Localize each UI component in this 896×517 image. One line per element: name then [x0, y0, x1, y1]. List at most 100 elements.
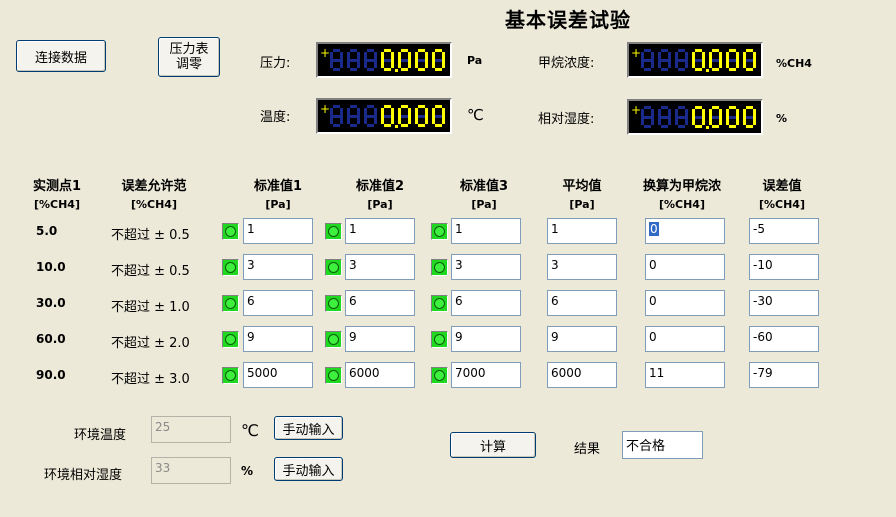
error-value-field[interactable]: -79 — [749, 362, 819, 388]
result-field: 不合格 — [622, 431, 703, 459]
calculate-button[interactable]: 计算 — [450, 432, 536, 458]
status-led — [431, 295, 448, 312]
temperature-display: + — [316, 98, 452, 134]
standard-value-input[interactable]: 1 — [243, 218, 313, 244]
standard-value-input[interactable]: 6 — [451, 290, 521, 316]
standard-value-input[interactable]: 3 — [243, 254, 313, 280]
header-measure-point: 实测点1 [%CH4] — [32, 179, 82, 211]
methane-conversion-field[interactable]: 0 — [645, 254, 725, 280]
standard-value-input[interactable]: 3 — [451, 254, 521, 280]
standard-value-input[interactable]: 6 — [345, 290, 415, 316]
standard-value-input[interactable]: 1 — [345, 218, 415, 244]
zero-button-line1: 压力表 — [169, 42, 209, 57]
humidity-label: 相对湿度: — [538, 112, 595, 127]
measure-point: 60.0 — [36, 332, 66, 346]
ambient-humidity-field[interactable]: 33 — [151, 457, 231, 484]
methane-conversion-value: 0 — [649, 330, 657, 344]
methane-conversion-field[interactable]: 0 — [645, 218, 725, 244]
error-value-field[interactable]: -30 — [749, 290, 819, 316]
ambient-humidity-unit: % — [241, 464, 254, 478]
standard-value-input[interactable]: 5000 — [243, 362, 313, 388]
lcd-digits: + — [320, 46, 445, 72]
ambient-temp-field[interactable]: 25 — [151, 416, 231, 443]
tolerance-text: 不超过 ± 2.0 — [111, 336, 190, 351]
standard-value-input[interactable]: 9 — [451, 326, 521, 352]
header-standard-2: 标准值2 [Pa] — [355, 179, 405, 211]
tolerance-text: 不超过 ± 1.0 — [111, 300, 190, 315]
pressure-label: 压力: — [260, 56, 291, 71]
lcd-digits: + — [631, 46, 756, 72]
pressure-unit: Pa — [467, 54, 483, 67]
methane-conversion-value: 0 — [649, 294, 657, 308]
status-led — [325, 259, 342, 276]
error-value-field[interactable]: -60 — [749, 326, 819, 352]
methane-conversion-value: 0 — [649, 258, 657, 272]
measure-point: 30.0 — [36, 296, 66, 310]
status-led — [222, 295, 239, 312]
humidity-unit: % — [776, 112, 788, 125]
standard-value-input[interactable]: 1 — [451, 218, 521, 244]
standard-value-input[interactable]: 9 — [243, 326, 313, 352]
temperature-label: 温度: — [260, 110, 291, 125]
status-led — [431, 331, 448, 348]
average-value-field[interactable]: 9 — [547, 326, 617, 352]
average-value-field[interactable]: 1 — [547, 218, 617, 244]
lcd-digits: + — [320, 102, 445, 128]
manual-humidity-button[interactable]: 手动输入 — [274, 457, 343, 481]
tolerance-text: 不超过 ± 0.5 — [111, 264, 190, 279]
status-led — [222, 259, 239, 276]
standard-value-input[interactable]: 7000 — [451, 362, 521, 388]
svg-text:+: + — [631, 103, 641, 117]
header-standard-3: 标准值3 [Pa] — [459, 179, 509, 211]
standard-value-input[interactable]: 6000 — [345, 362, 415, 388]
svg-text:+: + — [320, 102, 330, 116]
status-led — [325, 223, 342, 240]
measure-point: 90.0 — [36, 368, 66, 382]
status-led — [222, 223, 239, 240]
manual-temp-button[interactable]: 手动输入 — [274, 416, 343, 440]
temperature-unit: ℃ — [467, 106, 484, 124]
measure-point: 10.0 — [36, 260, 66, 274]
measure-point: 5.0 — [36, 224, 58, 238]
status-led — [431, 259, 448, 276]
standard-value-input[interactable]: 9 — [345, 326, 415, 352]
connect-data-button[interactable]: 连接数据 — [16, 40, 106, 72]
methane-conversion-field[interactable]: 11 — [645, 362, 725, 388]
standard-value-input[interactable]: 3 — [345, 254, 415, 280]
status-led — [222, 367, 239, 384]
ambient-temp-unit: ℃ — [241, 421, 259, 440]
header-tolerance: 误差允许范 [%CH4] — [121, 179, 187, 211]
average-value-field[interactable]: 3 — [547, 254, 617, 280]
svg-text:+: + — [320, 46, 330, 60]
standard-value-input[interactable]: 6 — [243, 290, 313, 316]
ambient-temp-label: 环境温度 — [74, 428, 127, 443]
header-average: 平均值 [Pa] — [562, 179, 602, 211]
header-methane-conversion: 换算为甲烷浓 [%CH4] — [642, 179, 721, 211]
header-standard-1: 标准值1 [Pa] — [253, 179, 303, 211]
average-value-field[interactable]: 6 — [547, 290, 617, 316]
status-led — [325, 295, 342, 312]
status-led — [431, 223, 448, 240]
error-value-field[interactable]: -5 — [749, 218, 819, 244]
methane-display: + — [627, 42, 763, 78]
methane-conversion-field[interactable]: 0 — [645, 326, 725, 352]
error-value-field[interactable]: -10 — [749, 254, 819, 280]
status-led — [325, 331, 342, 348]
methane-conversion-value: 0 — [649, 222, 659, 236]
header-error: 误差值 [%CH4] — [758, 179, 805, 211]
result-label: 结果 — [574, 442, 601, 457]
ambient-humidity-label: 环境相对湿度 — [44, 468, 123, 483]
status-led — [431, 367, 448, 384]
average-value-field[interactable]: 6000 — [547, 362, 617, 388]
status-led — [325, 367, 342, 384]
status-led — [222, 331, 239, 348]
lcd-digits: + — [631, 103, 756, 129]
tolerance-text: 不超过 ± 3.0 — [111, 372, 190, 387]
methane-conversion-field[interactable]: 0 — [645, 290, 725, 316]
svg-text:+: + — [631, 46, 641, 60]
methane-conversion-value: 11 — [649, 366, 665, 380]
zero-button-line2: 调零 — [175, 57, 202, 72]
page-title: 基本误差试验 — [505, 8, 631, 32]
zero-pressure-button[interactable]: 压力表 调零 — [158, 37, 220, 77]
methane-unit: %CH4 — [776, 57, 812, 70]
